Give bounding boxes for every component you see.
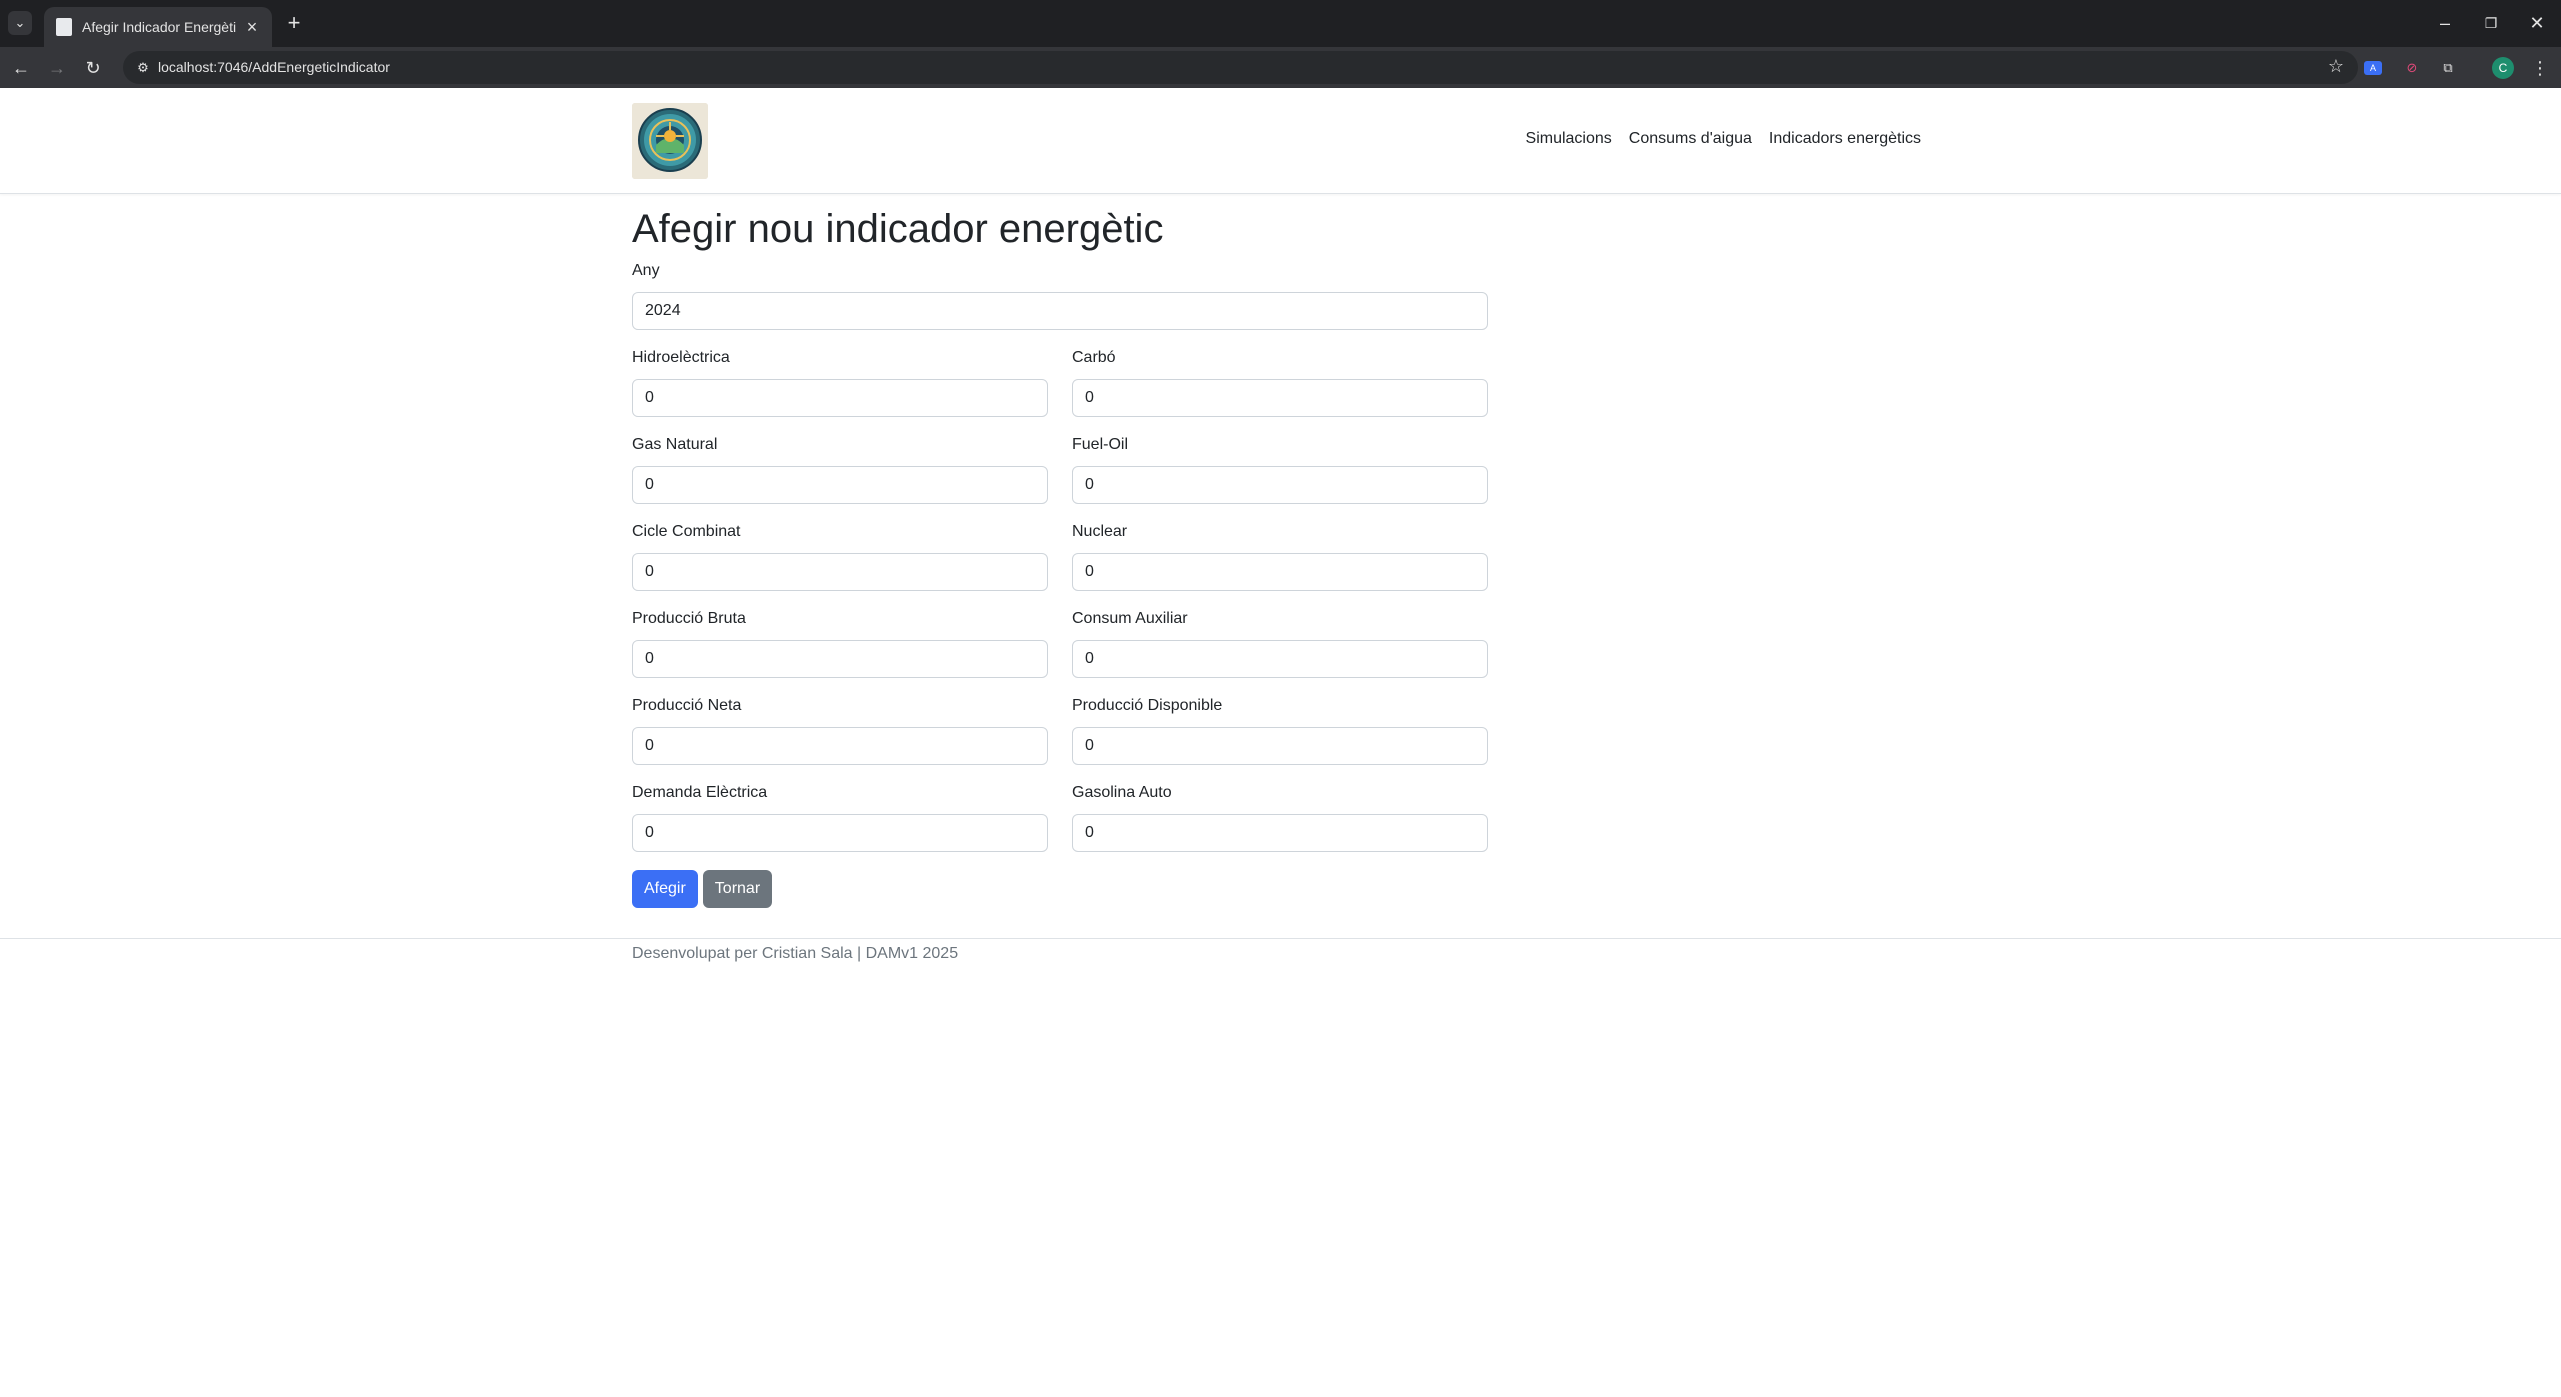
new-tab-icon[interactable]: + — [282, 10, 306, 35]
page-favicon-icon — [56, 18, 72, 36]
extensions-puzzle-icon[interactable]: ⧉ — [2436, 56, 2460, 80]
nuclear-input[interactable]: 0 — [1072, 553, 1488, 591]
browser-tab-bar: ⌄ Afegir Indicador Energètic - Eco × + –… — [0, 0, 2561, 47]
site-logo[interactable] — [632, 103, 708, 179]
profile-avatar[interactable]: C — [2492, 57, 2514, 79]
back-button[interactable]: Tornar — [702, 870, 773, 908]
nav-link-consums-aigua[interactable]: Consums d'aigua — [1629, 130, 1752, 148]
field-consum-auxiliar: Consum Auxiliar 0 — [1072, 609, 1488, 678]
field-fuel-oil: Fuel-Oil 0 — [1072, 435, 1488, 504]
carbo-input[interactable]: 0 — [1072, 379, 1488, 417]
cicle-combinat-label: Cicle Combinat — [632, 523, 741, 540]
field-carbo: Carbó 0 — [1072, 348, 1488, 417]
site-header: Simulacions Consums d'aigua Indicadors e… — [0, 88, 2561, 194]
form-row: Producció Neta 0 Producció Disponible 0 — [632, 696, 1488, 765]
address-bar[interactable]: ⚙ localhost:7046/AddEnergeticIndicator ☆ — [123, 51, 2358, 84]
main-nav: Simulacions Consums d'aigua Indicadors e… — [1526, 130, 1921, 148]
field-produccio-neta: Producció Neta 0 — [632, 696, 1048, 765]
gas-natural-label: Gas Natural — [632, 436, 718, 453]
submit-button[interactable]: Afegir — [632, 870, 698, 908]
form-row: Hidroelèctrica 0 Carbó 0 — [632, 348, 1488, 417]
tab-search-icon[interactable]: ⌄ — [8, 11, 32, 35]
nuclear-label: Nuclear — [1072, 523, 1128, 540]
gas-natural-input[interactable]: 0 — [632, 466, 1048, 504]
nav-link-simulacions[interactable]: Simulacions — [1526, 130, 1612, 148]
field-gasolina-auto: Gasolina Auto 0 — [1072, 783, 1488, 852]
produccio-neta-input[interactable]: 0 — [632, 727, 1048, 765]
form-row: Demanda Elèctrica 0 Gasolina Auto 0 — [632, 783, 1488, 852]
consum-auxiliar-label: Consum Auxiliar — [1072, 610, 1188, 627]
field-gas-natural: Gas Natural 0 — [632, 435, 1048, 504]
cicle-combinat-input[interactable]: 0 — [632, 553, 1048, 591]
produccio-neta-label: Producció Neta — [632, 697, 742, 714]
web-page: Simulacions Consums d'aigua Indicadors e… — [0, 88, 2561, 1397]
field-nuclear: Nuclear 0 — [1072, 522, 1488, 591]
demanda-electrica-input[interactable]: 0 — [632, 814, 1048, 852]
field-year: Any 2024 — [632, 261, 1488, 330]
forward-icon[interactable]: → — [44, 55, 70, 81]
produccio-disponible-input[interactable]: 0 — [1072, 727, 1488, 765]
field-hidroelectrica: Hidroelèctrica 0 — [632, 348, 1048, 417]
field-produccio-disponible: Producció Disponible 0 — [1072, 696, 1488, 765]
form-row: Cicle Combinat 0 Nuclear 0 — [632, 522, 1488, 591]
year-label: Any — [632, 262, 660, 279]
footer-text: Desenvolupat per Cristian Sala | DAMv1 2… — [632, 945, 959, 962]
tab-close-icon[interactable]: × — [242, 17, 262, 38]
back-icon[interactable]: ← — [8, 55, 34, 81]
browser-menu-icon[interactable]: ⋮ — [2528, 56, 2552, 80]
bookmark-star-icon[interactable]: ☆ — [2328, 56, 2344, 77]
restore-icon[interactable]: ❐ — [2476, 8, 2506, 38]
fuel-oil-label: Fuel-Oil — [1072, 436, 1129, 453]
fuel-oil-input[interactable]: 0 — [1072, 466, 1488, 504]
logo-emblem-icon — [632, 103, 708, 179]
reload-icon[interactable]: ↻ — [80, 55, 106, 81]
block-extension-icon[interactable]: ⊘ — [2400, 56, 2424, 80]
field-cicle-combinat: Cicle Combinat 0 — [632, 522, 1048, 591]
field-demanda-electrica: Demanda Elèctrica 0 — [632, 783, 1048, 852]
produccio-bruta-input[interactable]: 0 — [632, 640, 1048, 678]
hidroelectrica-label: Hidroelèctrica — [632, 349, 730, 366]
demanda-electrica-label: Demanda Elèctrica — [632, 784, 768, 801]
tab-title: Afegir Indicador Energètic - Eco — [82, 19, 236, 35]
form-row: Producció Bruta 0 Consum Auxiliar 0 — [632, 609, 1488, 678]
browser-toolbar: ← → ↻ ⚙ localhost:7046/AddEnergeticIndic… — [0, 47, 2561, 88]
year-input[interactable]: 2024 — [632, 292, 1488, 330]
url-text[interactable]: localhost:7046/AddEnergeticIndicator — [158, 59, 390, 75]
produccio-bruta-label: Producció Bruta — [632, 610, 746, 627]
main-content: Afegir nou indicador energètic Any 2024 … — [632, 205, 1488, 908]
browser-tab-active[interactable]: Afegir Indicador Energètic - Eco × — [44, 7, 272, 47]
translate-extension-icon[interactable]: A — [2364, 61, 2382, 75]
page-title: Afegir nou indicador energètic — [632, 207, 1164, 251]
produccio-disponible-label: Producció Disponible — [1072, 697, 1223, 714]
hidroelectrica-input[interactable]: 0 — [632, 379, 1048, 417]
site-info-icon[interactable]: ⚙ — [131, 56, 155, 80]
nav-link-indicadors-energetics[interactable]: Indicadors energètics — [1769, 130, 1921, 148]
carbo-label: Carbó — [1072, 349, 1116, 366]
close-window-icon[interactable]: ✕ — [2522, 8, 2552, 38]
consum-auxiliar-input[interactable]: 0 — [1072, 640, 1488, 678]
field-produccio-bruta: Producció Bruta 0 — [632, 609, 1048, 678]
gasolina-auto-label: Gasolina Auto — [1072, 784, 1172, 801]
gasolina-auto-input[interactable]: 0 — [1072, 814, 1488, 852]
form-actions: Afegir Tornar — [632, 870, 1488, 908]
site-footer: Desenvolupat per Cristian Sala | DAMv1 2… — [0, 938, 2561, 978]
minimize-icon[interactable]: – — [2430, 8, 2460, 38]
form-row: Gas Natural 0 Fuel-Oil 0 — [632, 435, 1488, 504]
